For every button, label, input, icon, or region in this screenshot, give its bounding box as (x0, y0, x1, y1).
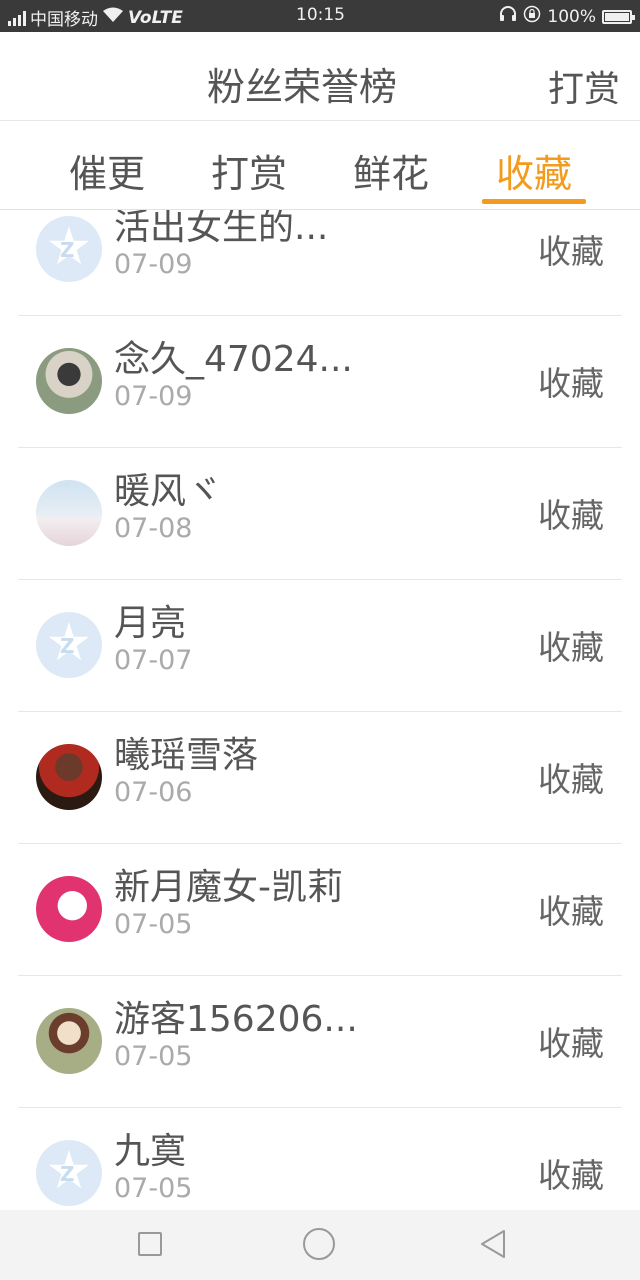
list-item[interactable]: 新月魔女-凯莉 07-05 收藏 (18, 843, 622, 976)
signal-icon (8, 10, 26, 26)
status-time: 10:15 (296, 5, 345, 25)
default-avatar-icon (36, 612, 102, 678)
battery-percent: 100% (547, 6, 596, 27)
nav-back-icon[interactable] (478, 1228, 508, 1260)
tab-urge[interactable]: 催更 (57, 143, 157, 198)
item-type: 收藏 (538, 760, 604, 799)
top-header: 粉丝荣誉榜 打赏 (0, 32, 640, 121)
tab-bar: 催更 打赏 鲜花 收藏 (0, 121, 640, 210)
user-name: 念久_47024... (114, 339, 353, 380)
user-avatar (36, 348, 102, 414)
user-name: 游客156206... (114, 999, 358, 1040)
item-type: 收藏 (538, 1024, 604, 1063)
list-item[interactable]: 活出女生的... 07-09 收藏 (18, 210, 622, 316)
status-right: 100% (499, 5, 635, 28)
nav-square-icon[interactable] (138, 1232, 162, 1256)
network-type: VoLTE (128, 7, 183, 28)
fan-list: 活出女生的... 07-09 收藏 念久_47024... 07-09 收藏 暖… (0, 210, 640, 1210)
status-left: 中国移动 VoLTE (8, 5, 183, 30)
user-avatar (36, 744, 102, 810)
user-name: 暖风ヾ (114, 471, 223, 512)
user-name: 活出女生的... (114, 210, 329, 248)
item-type: 收藏 (538, 892, 604, 931)
user-name: 新月魔女-凯莉 (114, 867, 343, 908)
item-type: 收藏 (538, 496, 604, 535)
list-item[interactable]: 暖风ヾ 07-08 收藏 (18, 447, 622, 580)
page-title: 粉丝荣誉榜 (206, 65, 397, 109)
item-date: 07-09 (114, 381, 193, 412)
item-date: 07-05 (114, 1173, 193, 1204)
lock-rotation-icon (523, 5, 541, 28)
status-bar: 中国移动 VoLTE 10:15 100% (0, 0, 640, 32)
list-item[interactable]: 九寞 07-05 收藏 (18, 1107, 622, 1210)
item-date: 07-07 (114, 645, 193, 676)
item-type: 收藏 (538, 628, 604, 667)
battery-icon (602, 9, 635, 24)
user-name: 曦瑶雪落 (114, 735, 259, 776)
system-nav-bar (0, 1210, 640, 1280)
item-date: 07-06 (114, 777, 193, 808)
user-avatar (36, 480, 102, 546)
list-item[interactable]: 曦瑶雪落 07-06 收藏 (18, 711, 622, 844)
user-name: 九寞 (114, 1131, 187, 1172)
headphones-icon (499, 6, 517, 27)
item-date: 07-05 (114, 1041, 193, 1072)
list-item[interactable]: 月亮 07-07 收藏 (18, 579, 622, 712)
list-item[interactable]: 念久_47024... 07-09 收藏 (18, 315, 622, 448)
item-date: 07-08 (114, 513, 193, 544)
item-date: 07-05 (114, 909, 193, 940)
list-item[interactable]: 游客156206... 07-05 收藏 (18, 975, 622, 1108)
item-type: 收藏 (538, 1156, 604, 1195)
item-type: 收藏 (538, 232, 604, 271)
default-avatar-icon (36, 216, 102, 282)
reward-button[interactable]: 打赏 (548, 60, 620, 112)
user-avatar (36, 876, 102, 942)
carrier-name: 中国移动 (30, 10, 98, 30)
item-type: 收藏 (538, 364, 604, 403)
item-date: 07-09 (114, 249, 193, 280)
user-avatar (36, 1008, 102, 1074)
tab-favorites[interactable]: 收藏 (482, 143, 586, 204)
tab-flowers[interactable]: 鲜花 (341, 143, 441, 198)
tab-reward[interactable]: 打赏 (199, 143, 299, 198)
nav-home-icon[interactable] (303, 1228, 335, 1260)
wifi-icon (102, 7, 124, 28)
default-avatar-icon (36, 1140, 102, 1206)
user-name: 月亮 (114, 603, 187, 644)
